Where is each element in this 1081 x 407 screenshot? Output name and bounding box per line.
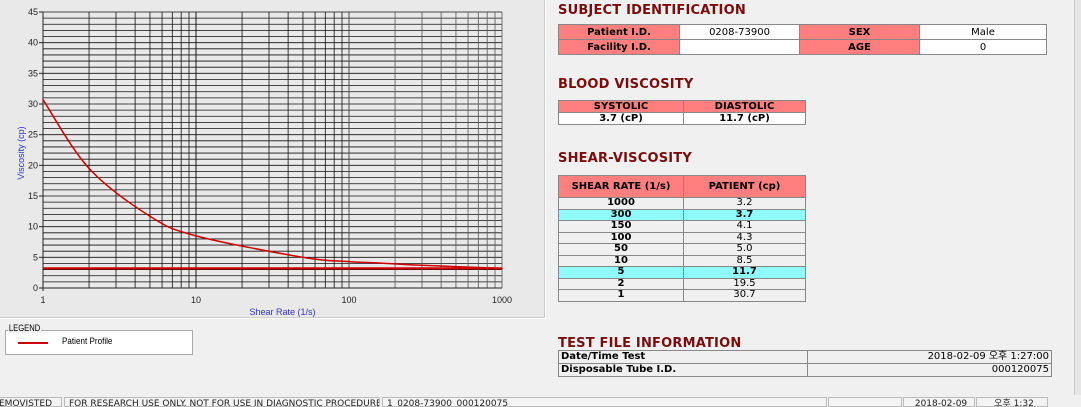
- shear-rate-cell: 2: [558, 277, 684, 290]
- y-tick-label: 15: [28, 191, 38, 201]
- shear-row: 100 4.3: [558, 231, 806, 244]
- plot-area: [43, 12, 502, 288]
- data-point: [375, 262, 377, 264]
- legend-title: LEGEND: [8, 323, 42, 333]
- status-blank: [828, 397, 902, 407]
- y-tick-label: 10: [28, 222, 38, 232]
- diastolic-value: 11.7 (cP): [683, 112, 806, 125]
- blood-viscosity-title: BLOOD VISCOSITY: [558, 77, 694, 92]
- patient-cp-cell: 4.1: [683, 220, 806, 233]
- blood-viscosity-table: SYSTOLIC DIASTOLIC 3.7 (cP) 11.7 (cP): [558, 100, 806, 125]
- status-bar: EMOVISTED FOR RESEARCH USE ONLY. NOT FOR…: [0, 397, 1081, 407]
- shear-rate-cell: 50: [558, 243, 684, 256]
- shear-row: 1 30.7: [558, 289, 806, 302]
- data-point: [421, 264, 423, 267]
- patient-cp-cell: 30.7: [683, 289, 806, 302]
- diastolic-label: DIASTOLIC: [683, 100, 806, 113]
- shear-viscosity-title: SHEAR-VISCOSITY: [558, 151, 692, 166]
- shear-viscosity-table: SHEAR RATE (1/s) PATIENT (cp) 1000 3.2 300…: [558, 175, 806, 302]
- tube-id-value: 000120075: [807, 363, 1052, 377]
- vertical-scrollbar[interactable]: [1074, 0, 1081, 395]
- status-notice: FOR RESEARCH USE ONLY. NOT FOR USE IN DI…: [64, 397, 380, 407]
- x-tick-label: 1000: [492, 295, 512, 305]
- viscosity-chart: 0 5 10 15 20 25 30 35 40 45 1 10 100 1000 Shear Rate (…: [16, 7, 512, 317]
- patient-cp-cell: 3.7: [683, 208, 806, 221]
- systolic-label: SYSTOLIC: [558, 100, 684, 113]
- shear-rate-cell: 1000: [558, 197, 684, 210]
- status-file: 1_0208-73900_000120075: [382, 397, 827, 407]
- patient-id-label: Patient I.D.: [558, 24, 680, 40]
- y-tick-label: 5: [33, 252, 38, 262]
- x-tick-label: 1: [40, 295, 45, 305]
- age-label: AGE: [799, 39, 920, 55]
- tube-id-label: Disposable Tube I.D.: [558, 363, 808, 377]
- data-point: [42, 98, 44, 101]
- patient-cp-cell: 5.0: [683, 243, 806, 256]
- shear-rate-cell: 150: [558, 220, 684, 233]
- sex-label: SEX: [799, 24, 920, 40]
- test-file-information-title: TEST FILE INFORMATION: [558, 336, 742, 351]
- status-date: 2018-02-09: [903, 397, 975, 407]
- data-point: [302, 256, 304, 259]
- facility-id-value: [679, 39, 800, 55]
- shear-rate-header: SHEAR RATE (1/s): [558, 175, 684, 198]
- shear-rate-cell: 100: [558, 231, 684, 244]
- y-tick-label: 35: [28, 68, 38, 78]
- x-axis-label: Shear Rate (1/s): [249, 307, 315, 317]
- y-tick-label: 20: [28, 160, 38, 170]
- shear-rate-cell: 300: [558, 208, 684, 221]
- test-file-table: Date/Time Test 2018-02-09 오후 1:27:00 Dis…: [558, 350, 1052, 377]
- y-tick-label: 25: [28, 130, 38, 140]
- subject-identification-title: SUBJECT IDENTIFICATION: [558, 3, 746, 18]
- status-app: EMOVISTED: [0, 397, 62, 407]
- patient-cp-cell: 11.7: [683, 266, 806, 279]
- patient-cp-cell: 19.5: [683, 277, 806, 290]
- patient-cp-cell: 8.5: [683, 254, 806, 267]
- data-point: [348, 260, 350, 263]
- datetime-value: 2018-02-09 오후 1:27:00: [807, 350, 1052, 364]
- patient-cp-cell: 4.3: [683, 231, 806, 244]
- shear-rate-cell: 5: [558, 266, 684, 279]
- status-time: 오후 1:32: [976, 397, 1048, 407]
- datetime-label: Date/Time Test: [558, 350, 808, 364]
- y-tick-label: 30: [28, 99, 38, 109]
- y-tick-label: 0: [33, 283, 38, 293]
- shear-rate-cell: 10: [558, 254, 684, 267]
- age-value: 0: [919, 39, 1047, 55]
- shear-rate-cell: 1: [558, 289, 684, 302]
- viscosity-chart-panel: 0 5 10 15 20 25 30 35 40 45 1 10 100 1000 Shear Rate (…: [0, 0, 546, 319]
- patient-id-value: 0208-73900: [679, 24, 800, 40]
- legend-box: Patient Profile: [5, 330, 193, 355]
- y-tick-label: 45: [28, 7, 38, 17]
- x-tick-label: 100: [341, 295, 356, 305]
- patient-cp-cell: 3.2: [683, 197, 806, 210]
- y-axis-label: Viscosity (cp): [16, 126, 26, 179]
- y-tick-label: 40: [28, 38, 38, 48]
- shear-row: 300 3.7: [558, 208, 806, 221]
- x-tick-label: 10: [191, 295, 201, 305]
- shear-row: 150 4.1: [558, 220, 806, 233]
- facility-id-label: Facility I.D.: [558, 39, 680, 55]
- subject-table: Patient I.D. 0208-73900 SEX Male Facilit…: [558, 24, 1047, 55]
- shear-row: 10 8.5: [558, 254, 806, 267]
- data-point: [88, 167, 90, 170]
- legend-item-label: Patient Profile: [62, 336, 113, 346]
- shear-row: 1000 3.2: [558, 197, 806, 210]
- shear-row: 50 5.0: [558, 243, 806, 256]
- data-point: [195, 235, 197, 237]
- shear-row: 2 19.5: [558, 277, 806, 290]
- shear-row: 5 11.7: [558, 266, 806, 279]
- data-point: [149, 215, 151, 218]
- legend-line-swatch: [18, 342, 48, 344]
- sex-value: Male: [919, 24, 1047, 40]
- systolic-value: 3.7 (cP): [558, 112, 684, 125]
- patient-cp-header: PATIENT (cp): [683, 175, 806, 198]
